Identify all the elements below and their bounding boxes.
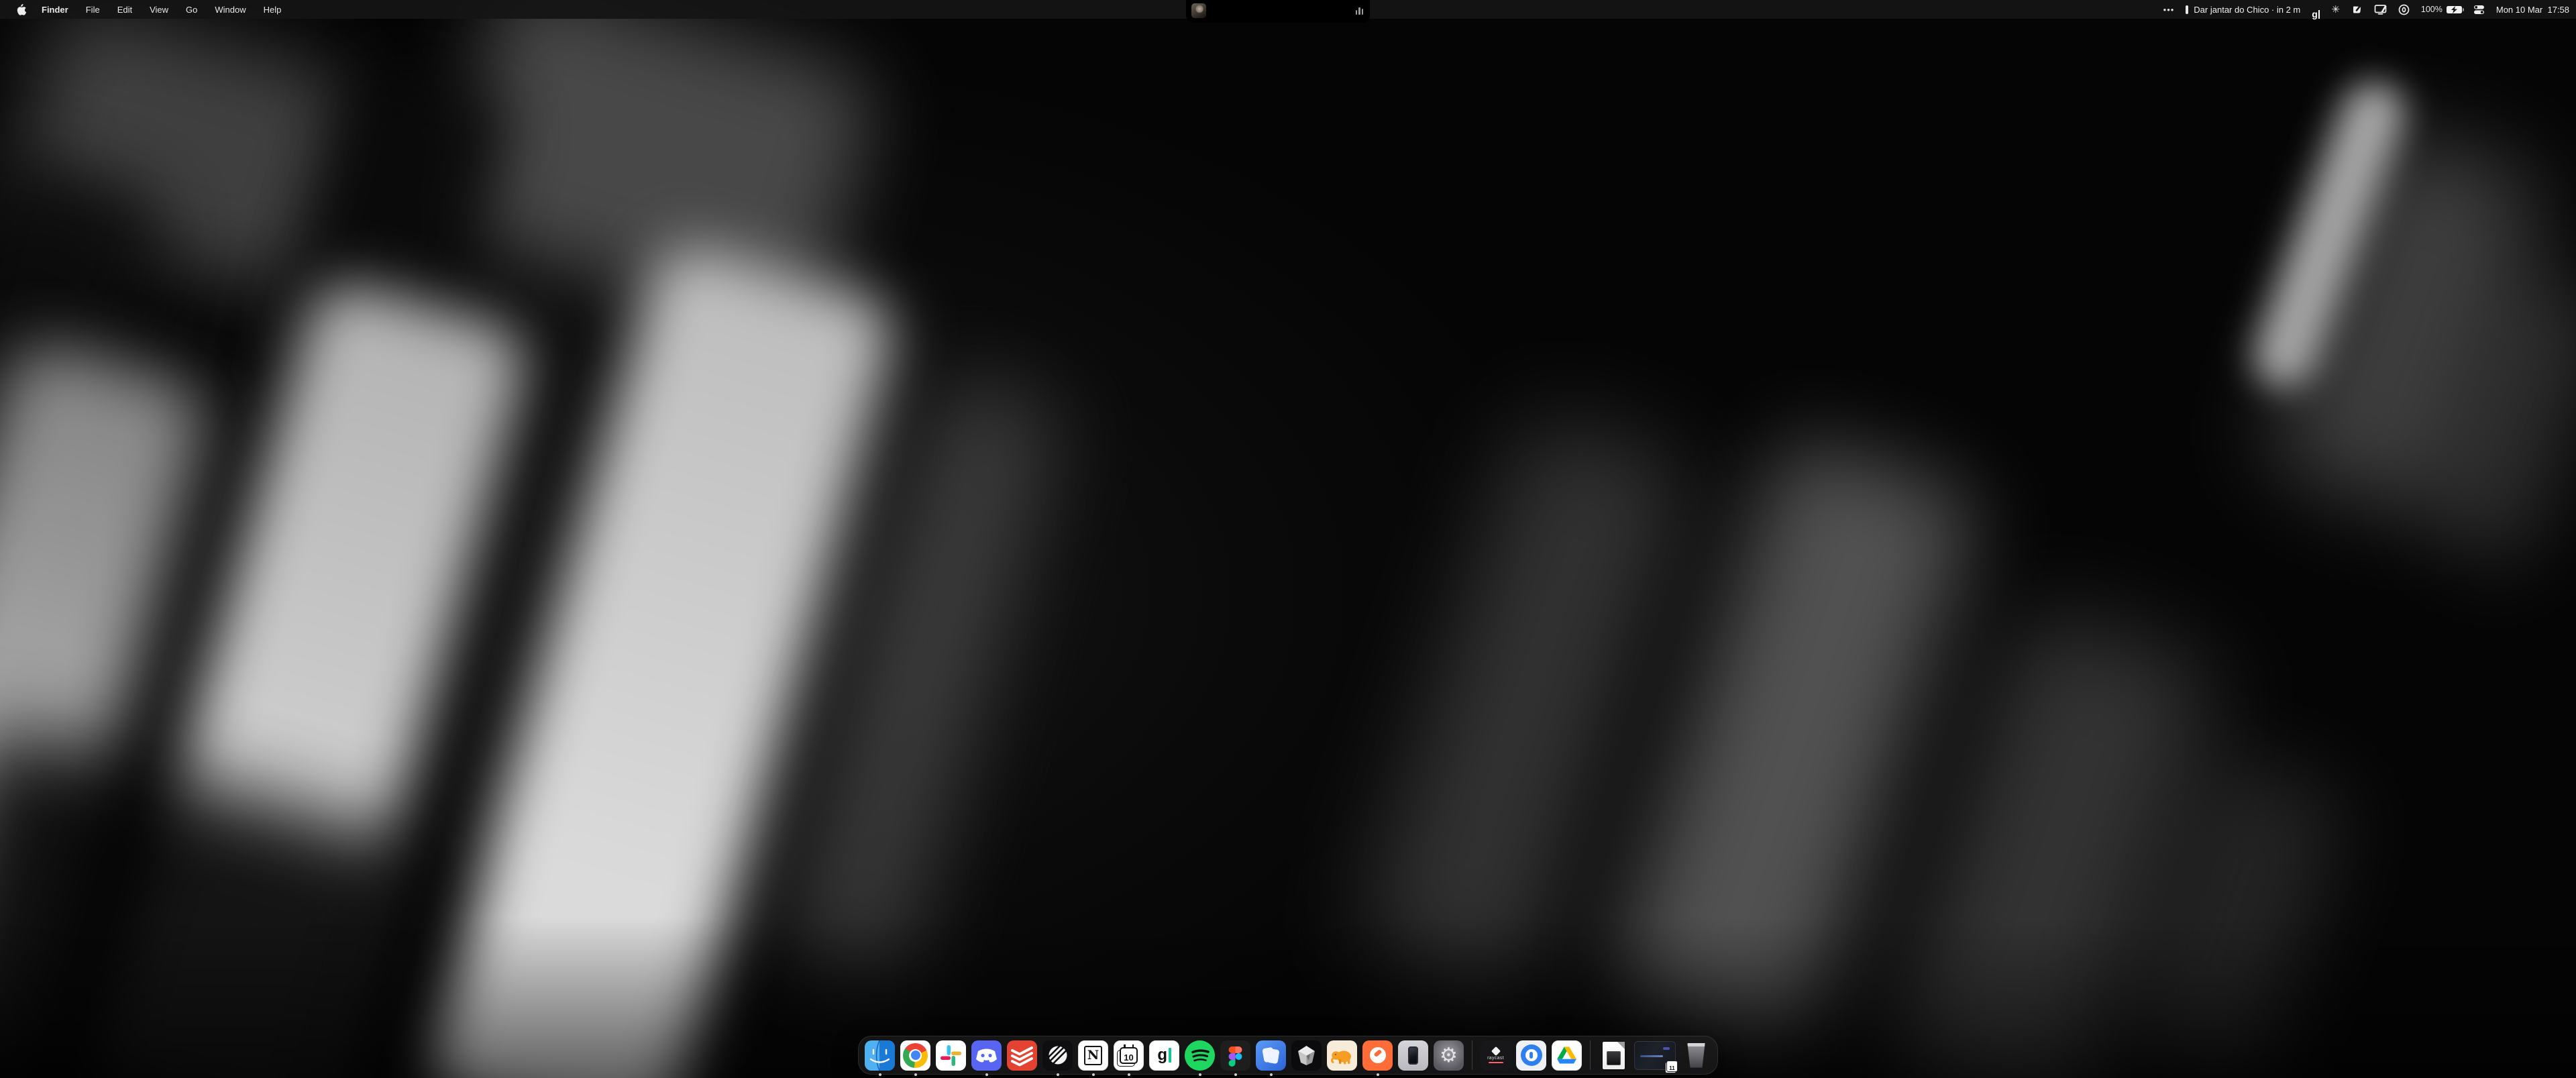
dock-item-linear[interactable] <box>1042 1040 1073 1071</box>
menu-bar-left: Finder File Edit View Go Window Help <box>0 0 290 19</box>
menu-view[interactable]: View <box>141 0 177 19</box>
dock-item-finder[interactable] <box>865 1040 895 1071</box>
notch-app-icon[interactable] <box>2351 0 2363 19</box>
running-indicator <box>1234 1073 1237 1076</box>
audio-visualizer-bars <box>1356 7 1364 15</box>
document-file-icon <box>1599 1040 1629 1071</box>
dock-item-system-settings[interactable]: ⚙ <box>1434 1040 1464 1071</box>
running-indicator <box>1128 1073 1130 1076</box>
dock-item-trash[interactable] <box>1681 1040 1711 1071</box>
next-event-text: Dar jantar do Chico · in 2 m <box>2194 5 2300 15</box>
running-indicator <box>1057 1073 1059 1076</box>
spotify-icon <box>1185 1040 1215 1071</box>
apple-menu-icon[interactable] <box>16 4 26 15</box>
running-indicator <box>1377 1073 1379 1076</box>
dock-item-spotify[interactable] <box>1185 1040 1215 1071</box>
craft-icon <box>1256 1040 1286 1071</box>
event-color-bar <box>2186 5 2188 14</box>
running-indicator <box>1092 1073 1095 1076</box>
iphone-mirroring-icon <box>1398 1040 1428 1071</box>
running-indicator <box>879 1073 881 1076</box>
system-settings-gear-icon: ⚙ <box>1434 1040 1464 1071</box>
dock-item-chrome[interactable] <box>900 1040 930 1071</box>
menu-help[interactable]: Help <box>255 0 290 19</box>
battery-icon <box>2447 6 2462 13</box>
notch-media-island[interactable] <box>1186 0 1370 23</box>
notion-glyph: N <box>1087 1048 1099 1063</box>
dock: N 10 g <box>858 1036 1718 1075</box>
grammarly-desktop-icon: g <box>1149 1040 1179 1071</box>
desktop-wallpaper <box>0 0 2576 1078</box>
figma-icon <box>1220 1040 1250 1071</box>
dock-item-google-drive[interactable] <box>1552 1040 1582 1071</box>
menu-file[interactable]: File <box>77 0 109 19</box>
raycast-label: raycast <box>1487 1056 1504 1061</box>
calendar-date-glyph: 10 <box>1124 1053 1133 1063</box>
dock-item-craft[interactable] <box>1256 1040 1286 1071</box>
dock-item-notion[interactable]: N <box>1078 1040 1108 1071</box>
next-event-item[interactable]: Dar jantar do Chico · in 2 m <box>2186 5 2300 15</box>
dock-item-iphone-mirroring[interactable] <box>1398 1040 1428 1071</box>
onepassword-dock-icon <box>1516 1040 1546 1071</box>
grammarly-glyph: g <box>1157 1047 1167 1063</box>
screen-mirroring-icon[interactable] <box>2374 0 2387 19</box>
menubar-overflow-icon[interactable]: ••• <box>2163 0 2175 19</box>
linear-icon <box>1042 1040 1073 1071</box>
dock-item-screenshot[interactable]: 11 <box>1634 1040 1676 1071</box>
slack-icon <box>936 1040 966 1071</box>
chrome-icon <box>900 1040 930 1071</box>
onepassword-icon[interactable] <box>2398 0 2410 19</box>
discord-icon <box>971 1040 1002 1071</box>
dock-separator <box>1590 1040 1591 1070</box>
aperture-shutter-icon[interactable]: ✳ <box>2331 0 2340 19</box>
menu-window[interactable]: Window <box>206 0 254 19</box>
screenshot-thumbnail: 11 <box>1634 1041 1676 1070</box>
control-center-icon[interactable] <box>2473 0 2485 19</box>
dock-item-grammarly[interactable]: g <box>1149 1040 1179 1071</box>
raycast-icon: raycast <box>1481 1040 1511 1071</box>
dock-item-notion-calendar[interactable]: 10 <box>1114 1040 1144 1071</box>
dock-item-todoist[interactable] <box>1007 1040 1037 1071</box>
battery-status[interactable]: 100% <box>2421 5 2462 14</box>
notion-icon: N <box>1078 1040 1108 1071</box>
running-indicator <box>914 1073 917 1076</box>
now-playing-album-art[interactable] <box>1191 3 1206 18</box>
postico-elephant-icon <box>1327 1040 1357 1071</box>
dock-item-discord[interactable] <box>971 1040 1002 1071</box>
dock-item-postman[interactable] <box>1362 1040 1393 1071</box>
dock-item-figma[interactable] <box>1220 1040 1250 1071</box>
trash-icon <box>1681 1040 1711 1071</box>
battery-percentage: 100% <box>2421 5 2443 14</box>
todoist-icon <box>1007 1040 1037 1071</box>
dock-item-spline[interactable] <box>1291 1040 1322 1071</box>
running-indicator <box>985 1073 988 1076</box>
postman-icon <box>1362 1040 1393 1071</box>
grammarly-icon[interactable]: g <box>2312 0 2320 19</box>
google-drive-icon <box>1552 1040 1582 1071</box>
menubar-clock[interactable]: Mon 10 Mar 17:58 <box>2496 5 2569 15</box>
desktop: Finder File Edit View Go Window Help •••… <box>0 0 2576 1078</box>
menu-go[interactable]: Go <box>177 0 206 19</box>
gear-glyph: ⚙ <box>1440 1044 1458 1067</box>
finder-icon <box>865 1040 895 1071</box>
spline-3d-cube-icon <box>1291 1040 1322 1071</box>
thumbnail-badge: 11 <box>1666 1061 1678 1072</box>
menu-finder[interactable]: Finder <box>33 0 77 19</box>
dock-item-postico[interactable] <box>1327 1040 1357 1071</box>
dock-item-document[interactable] <box>1599 1040 1629 1071</box>
notion-calendar-icon: 10 <box>1114 1040 1144 1071</box>
running-indicator <box>1270 1073 1273 1076</box>
menu-edit[interactable]: Edit <box>109 0 141 19</box>
dock-item-slack[interactable] <box>936 1040 966 1071</box>
menu-bar-status-area: ••• Dar jantar do Chico · in 2 m g ✳ <box>2163 0 2569 19</box>
dock-item-raycast[interactable]: raycast <box>1481 1040 1511 1071</box>
running-indicator <box>1199 1073 1201 1076</box>
dock-item-1password[interactable] <box>1516 1040 1546 1071</box>
